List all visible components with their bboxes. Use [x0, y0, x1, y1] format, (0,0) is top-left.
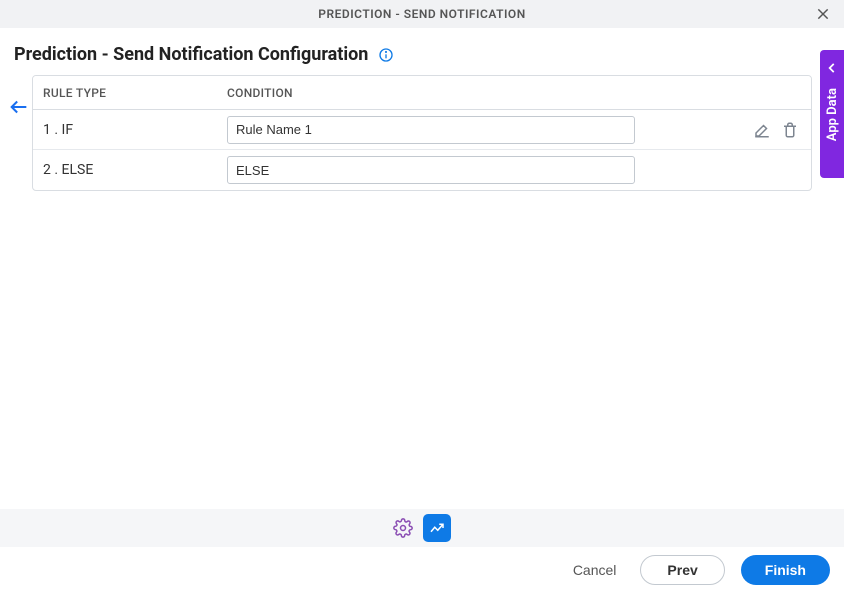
table-header: RULE TYPE CONDITION	[33, 76, 811, 110]
condition-input[interactable]	[227, 156, 635, 184]
header-condition: CONDITION	[227, 86, 811, 100]
close-icon[interactable]	[814, 5, 832, 23]
delete-icon[interactable]	[781, 121, 799, 139]
rules-table: RULE TYPE CONDITION 1 . IF 2 . ELSE	[32, 75, 812, 191]
chart-icon[interactable]	[423, 514, 451, 542]
finish-button[interactable]: Finish	[741, 555, 830, 585]
table-row: 2 . ELSE	[33, 150, 811, 190]
toolbar-strip	[0, 509, 844, 547]
info-icon[interactable]	[378, 47, 394, 63]
page-title-row: Prediction - Send Notification Configura…	[0, 28, 844, 75]
cell-condition	[227, 116, 753, 144]
back-arrow-icon[interactable]	[8, 96, 30, 118]
footer-bar: Cancel Prev Finish	[0, 547, 844, 592]
table-row: 1 . IF	[33, 110, 811, 150]
header-bar: PREDICTION - SEND NOTIFICATION	[0, 0, 844, 28]
edit-icon[interactable]	[753, 121, 771, 139]
prev-button[interactable]: Prev	[640, 555, 724, 585]
cell-rule-type: 2 . ELSE	[33, 162, 227, 178]
cancel-button[interactable]: Cancel	[565, 556, 625, 584]
cell-rule-type: 1 . IF	[33, 122, 227, 138]
chevron-left-icon	[825, 60, 839, 74]
header-title: PREDICTION - SEND NOTIFICATION	[318, 7, 525, 21]
gear-icon[interactable]	[393, 518, 413, 538]
app-data-tab[interactable]: App Data	[820, 50, 844, 178]
condition-input[interactable]	[227, 116, 635, 144]
cell-condition	[227, 156, 803, 184]
app-data-label: App Data	[825, 88, 840, 141]
row-actions	[753, 121, 803, 139]
page-title: Prediction - Send Notification Configura…	[14, 44, 368, 65]
header-rule-type: RULE TYPE	[33, 86, 227, 100]
